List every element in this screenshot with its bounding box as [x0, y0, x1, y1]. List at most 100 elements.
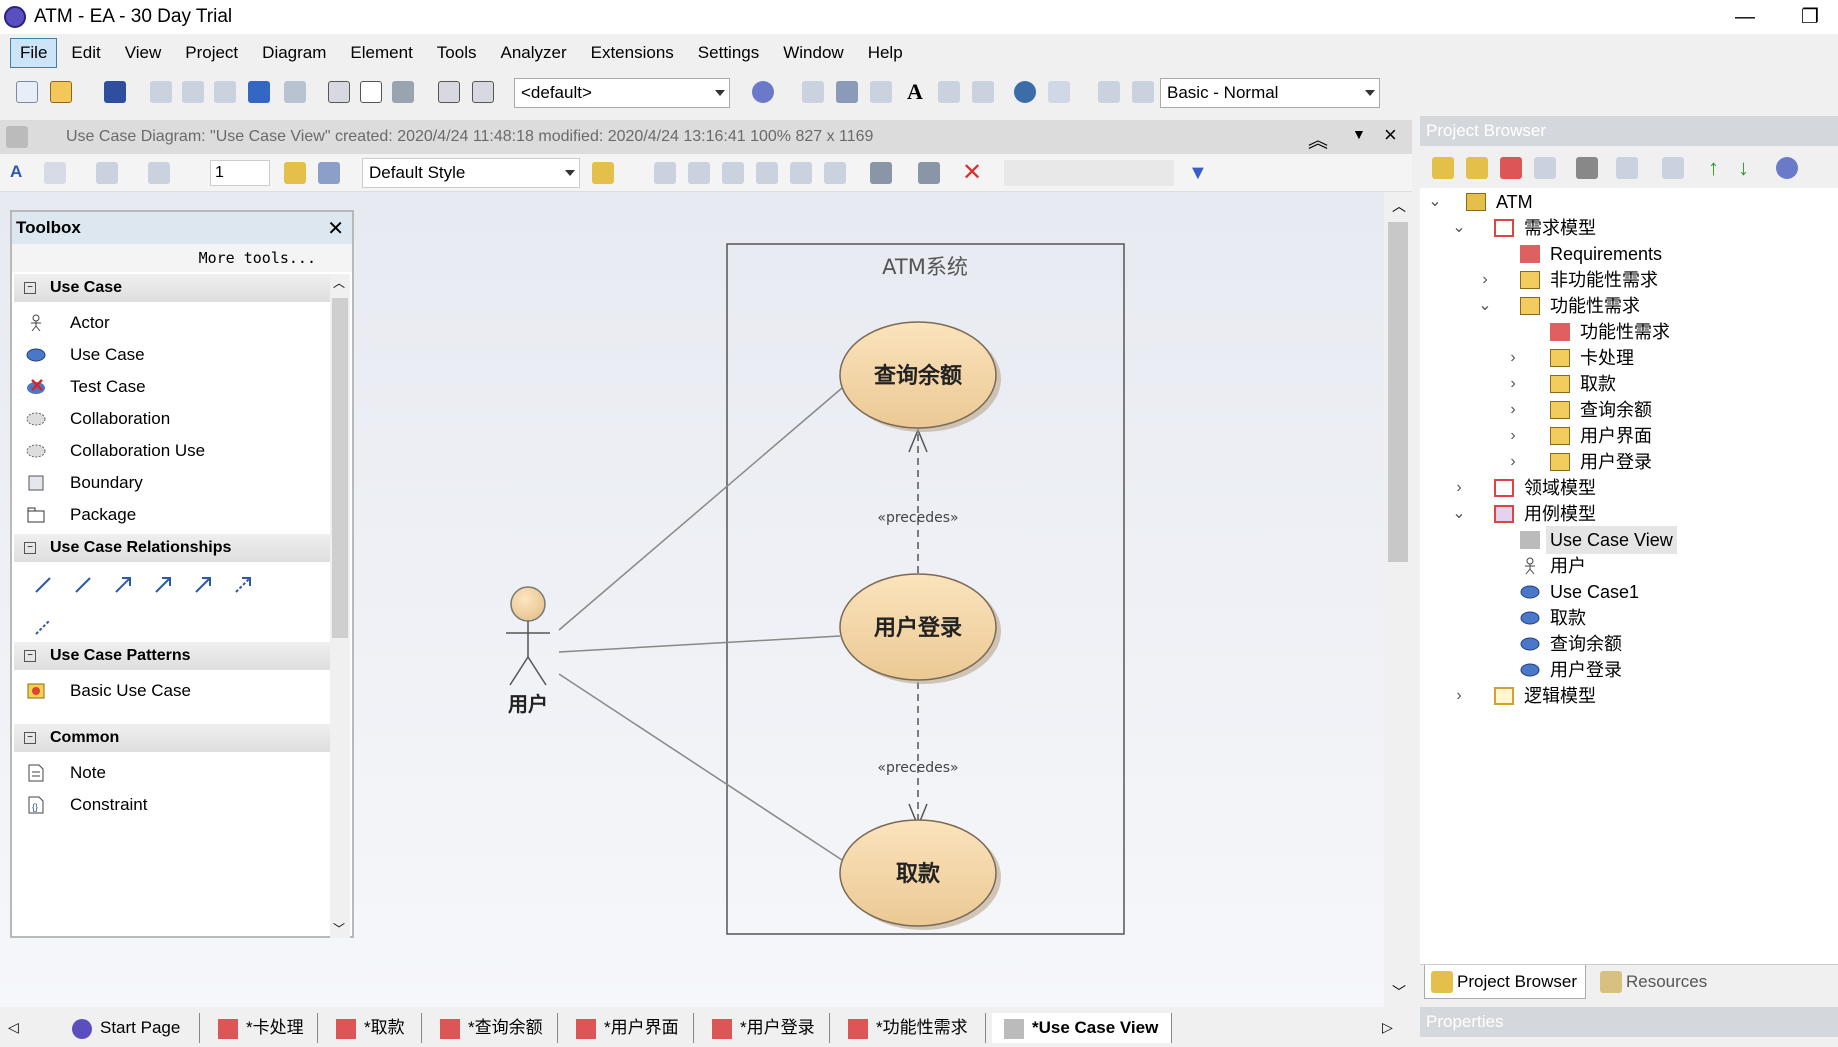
menu-extensions[interactable]: Extensions — [581, 38, 684, 68]
search-model-icon[interactable] — [472, 81, 494, 103]
actor-user[interactable]: 用户 — [506, 586, 550, 716]
line-color-icon[interactable] — [148, 162, 170, 184]
cut-icon[interactable] — [150, 81, 172, 103]
print-icon[interactable] — [392, 81, 414, 103]
tab-query-balance[interactable]: *查询余额 — [428, 1013, 558, 1043]
copy-icon[interactable] — [182, 81, 204, 103]
use-case-withdraw[interactable]: 取款 — [839, 819, 1001, 930]
align-left-icon[interactable] — [654, 162, 676, 184]
toolbox-item-collaboration[interactable]: Collaboration — [14, 402, 332, 436]
save-icon[interactable] — [104, 81, 126, 103]
menu-help[interactable]: Help — [858, 38, 913, 68]
new-element-icon[interactable] — [1534, 157, 1556, 179]
font-icon[interactable]: A — [904, 81, 926, 103]
font-color-icon[interactable]: A — [10, 162, 32, 184]
tab-card-processing[interactable]: *卡处理 — [206, 1013, 318, 1043]
minimize-button[interactable]: — — [1720, 2, 1770, 32]
menu-settings[interactable]: Settings — [688, 38, 769, 68]
association-line[interactable] — [558, 387, 843, 631]
workspace-combo[interactable]: Basic - Normal — [1160, 78, 1380, 108]
layout-tree-icon[interactable] — [870, 162, 892, 184]
tab-user-interface[interactable]: *用户界面 — [564, 1013, 694, 1043]
chevron-right-icon[interactable]: › — [1504, 422, 1522, 450]
new-diagram-icon[interactable] — [1500, 157, 1522, 179]
tab-scroll-right-icon[interactable]: ▷ — [1382, 1019, 1393, 1036]
edit-icon[interactable] — [1616, 157, 1638, 179]
menu-view[interactable]: View — [115, 38, 172, 68]
globe-icon[interactable] — [1014, 81, 1036, 103]
find-icon[interactable] — [328, 81, 350, 103]
association-line[interactable] — [558, 673, 843, 861]
menu-element[interactable]: Element — [340, 38, 422, 68]
chevron-right-icon[interactable]: › — [1450, 474, 1468, 502]
tab-functional-requirements[interactable]: *功能性需求 — [836, 1013, 986, 1043]
properties-icon[interactable] — [918, 162, 940, 184]
chevron-right-icon[interactable]: › — [1504, 344, 1522, 372]
list-icon[interactable] — [972, 81, 994, 103]
format-painter-icon[interactable] — [284, 162, 306, 184]
redo-icon[interactable] — [284, 81, 306, 103]
toolbox-item-basic-use-case[interactable]: Basic Use Case — [14, 674, 332, 708]
element-icon[interactable] — [802, 81, 824, 103]
menu-window[interactable]: Window — [773, 38, 853, 68]
chevron-right-icon[interactable]: › — [1504, 370, 1522, 398]
menu-file[interactable]: File — [10, 38, 58, 68]
use-case-user-login[interactable]: 用户登录 — [839, 573, 1001, 684]
connector-icon[interactable] — [1048, 81, 1070, 103]
tab-withdraw[interactable]: *取款 — [324, 1013, 422, 1043]
open-folder-icon[interactable] — [50, 81, 72, 103]
text-color-icon[interactable] — [44, 162, 66, 184]
scroll-down-icon[interactable]: ﹀ — [1392, 982, 1406, 1002]
fill-color-icon[interactable] — [96, 162, 118, 184]
scrollbar-thumb[interactable] — [332, 298, 348, 638]
toolbox-item-note[interactable]: Note — [14, 756, 332, 790]
association-tool-icon[interactable] — [35, 577, 51, 593]
move-down-icon[interactable]: ↓ — [1738, 157, 1760, 179]
same-width-icon[interactable] — [790, 162, 812, 184]
page-icon[interactable] — [360, 81, 382, 103]
scroll-up-icon[interactable]: ︿ — [333, 274, 345, 291]
menu-edit[interactable]: Edit — [61, 38, 110, 68]
toolbox-item-actor[interactable]: Actor — [14, 306, 332, 340]
search-icon[interactable] — [438, 81, 460, 103]
line-width-stepper[interactable]: 1 — [210, 160, 270, 186]
menu-project[interactable]: Project — [175, 38, 248, 68]
align-right-icon[interactable] — [688, 162, 710, 184]
section-use-case-patterns[interactable]: − Use Case Patterns — [14, 642, 332, 670]
collapse-icon[interactable]: ︽ — [1308, 124, 1328, 153]
scrollbar-thumb[interactable] — [1388, 222, 1408, 562]
chevron-right-icon[interactable]: › — [1504, 448, 1522, 476]
section-use-case-relationships[interactable]: − Use Case Relationships — [14, 534, 332, 562]
filter-icon[interactable]: ▼ — [1188, 162, 1210, 184]
tab-start-page[interactable]: Start Page — [60, 1013, 200, 1043]
help-icon[interactable] — [752, 81, 774, 103]
same-height-icon[interactable] — [824, 162, 846, 184]
close-icon[interactable]: ✕ — [327, 216, 344, 241]
chevron-down-icon[interactable]: ⌄ — [1450, 214, 1468, 242]
chevron-down-icon[interactable]: ⌄ — [1426, 188, 1444, 216]
locate-icon[interactable] — [1576, 157, 1598, 179]
menu-tools[interactable]: Tools — [427, 38, 487, 68]
restore-button[interactable]: ❐ — [1785, 2, 1835, 32]
tab-use-case-view[interactable]: *Use Case View — [992, 1013, 1172, 1043]
toolbox-item-test-case[interactable]: Test Case — [14, 370, 332, 404]
toolbox-item-boundary[interactable]: Boundary — [14, 466, 332, 500]
toolbox-item-package[interactable]: Package — [14, 498, 332, 532]
tab-user-login[interactable]: *用户登录 — [700, 1013, 830, 1043]
toolbox-item-collaboration-use[interactable]: Collaboration Use — [14, 434, 332, 468]
new-model-icon[interactable] — [1432, 157, 1454, 179]
association-line[interactable] — [558, 635, 841, 653]
workspace-icon[interactable] — [1132, 81, 1154, 103]
help-icon[interactable] — [1776, 157, 1798, 179]
new-package-icon[interactable] — [1466, 157, 1488, 179]
dropdown-icon[interactable]: ▼ — [1352, 126, 1366, 142]
chevron-right-icon[interactable]: › — [1450, 682, 1468, 710]
toolbox-scrollbar[interactable]: ︿ ﹀ — [330, 274, 350, 938]
section-common[interactable]: − Common — [14, 724, 332, 752]
close-icon[interactable]: × — [1384, 122, 1397, 148]
align-bottom-icon[interactable] — [756, 162, 778, 184]
toolbox-item-constraint[interactable]: {} Constraint — [14, 788, 332, 822]
tab-scroll-left-icon[interactable]: ◁ — [8, 1019, 19, 1036]
more-tools-button[interactable]: More tools... — [12, 244, 352, 272]
menu-diagram[interactable]: Diagram — [252, 38, 336, 68]
